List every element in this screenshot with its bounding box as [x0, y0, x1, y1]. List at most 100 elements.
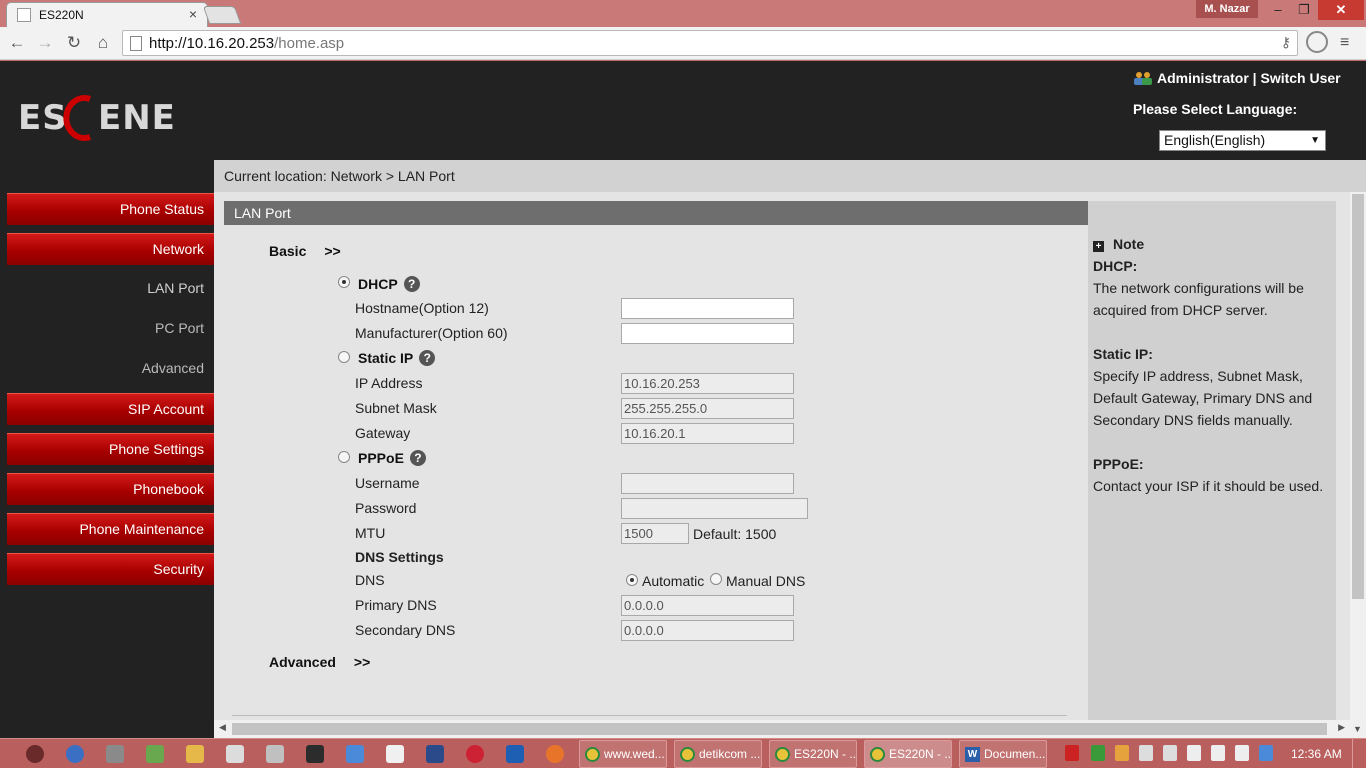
sidebar-item-network[interactable]: Network [7, 233, 214, 265]
new-tab-button[interactable] [202, 6, 242, 24]
mtu-field[interactable]: 1500 [621, 523, 689, 544]
sidebar-item-security[interactable]: Security [7, 553, 214, 585]
url-host: http://10.16.20.253 [149, 35, 275, 52]
key-icon[interactable]: ⚷ [1281, 34, 1291, 51]
dns-automatic-radio[interactable] [626, 574, 638, 586]
admin-area[interactable]: Administrator | Switch User [1133, 70, 1341, 86]
tray-app-icon[interactable] [1115, 745, 1129, 761]
flag-icon[interactable] [1065, 745, 1079, 761]
start-icon[interactable] [26, 745, 44, 763]
globe-icon[interactable] [1306, 31, 1328, 53]
word-icon: W [965, 747, 980, 762]
basic-section-toggle[interactable]: Basic >> [269, 243, 341, 259]
outlook-icon[interactable] [506, 745, 524, 763]
horizontal-scroll-thumb[interactable] [232, 723, 1327, 735]
sidebar-item-phone-maintenance[interactable]: Phone Maintenance [7, 513, 214, 545]
vertical-scrollbar[interactable]: ▼ [1350, 192, 1366, 738]
scroll-right-icon[interactable]: ▶ [1338, 722, 1345, 733]
close-window-button[interactable]: ✕ [1318, 0, 1364, 20]
reload-icon[interactable]: ↻ [63, 32, 85, 54]
firefox-icon[interactable] [546, 745, 564, 763]
username-label: Username [355, 475, 420, 491]
horizontal-scrollbar[interactable]: ◀ ▶ [214, 720, 1350, 738]
taskbar-task[interactable]: W Documen... [959, 740, 1047, 768]
tray-app-icon[interactable] [1187, 745, 1201, 761]
scroll-down-icon[interactable]: ▼ [1353, 724, 1362, 734]
username-field[interactable] [621, 473, 794, 494]
sidebar-item-phonebook[interactable]: Phonebook [7, 473, 214, 505]
sidebar-subitem-pc-port[interactable]: PC Port [7, 313, 214, 353]
ip-address-label: IP Address [355, 375, 423, 391]
advanced-arrows: >> [353, 654, 371, 670]
app-icon[interactable] [346, 745, 364, 763]
browser-tab-active[interactable]: ES220N × [6, 2, 208, 27]
home-icon[interactable]: ⌂ [92, 32, 114, 54]
app-icon[interactable] [266, 745, 284, 763]
menu-icon[interactable]: ≡ [1340, 34, 1349, 52]
app-icon[interactable] [146, 745, 164, 763]
gateway-field[interactable]: 10.16.20.1 [621, 423, 794, 444]
app-icon[interactable] [426, 745, 444, 763]
task-label: detikcom ... [699, 747, 761, 761]
mtu-default-text: Default: 1500 [693, 526, 777, 542]
sidebar-item-phone-settings[interactable]: Phone Settings [7, 433, 214, 465]
hostname-field[interactable] [621, 298, 794, 319]
vertical-scroll-thumb[interactable] [1352, 194, 1364, 599]
static-ip-radio[interactable] [338, 351, 350, 363]
calculator-icon[interactable] [226, 745, 244, 763]
url-path: /home.asp [274, 35, 345, 52]
address-bar[interactable]: http://10.16.20.253/home.asp ⚷ [122, 30, 1298, 56]
admin-switch-user[interactable]: Administrator | Switch User [1157, 70, 1341, 86]
pppoe-help-icon[interactable]: ? [409, 450, 426, 466]
taskbar-task[interactable]: detikcom ... [674, 740, 762, 768]
dhcp-radio[interactable] [338, 276, 350, 288]
manufacturer-field[interactable] [621, 323, 794, 344]
taskbar-task-active[interactable]: ES220N - ... [864, 740, 952, 768]
lambda-icon[interactable] [306, 745, 324, 763]
scroll-left-icon[interactable]: ◀ [219, 722, 226, 733]
forward-arrow-icon[interactable]: → [34, 32, 56, 54]
network-icon[interactable] [1259, 745, 1273, 761]
note-spacer [1093, 431, 1330, 453]
ie-icon[interactable] [66, 745, 84, 763]
dhcp-label: DHCP [358, 276, 398, 292]
ip-address-field[interactable]: 10.16.20.253 [621, 373, 794, 394]
advanced-label: Advanced [269, 654, 336, 670]
app-icon[interactable] [386, 745, 404, 763]
profile-badge[interactable]: M. Nazar [1196, 0, 1258, 18]
dns-manual-radio[interactable] [710, 573, 722, 585]
system-tray [1065, 745, 1275, 763]
pppoe-radio[interactable] [338, 451, 350, 463]
tray-app-icon[interactable] [1139, 745, 1153, 761]
maximize-button[interactable]: ❐ [1290, 0, 1318, 20]
app-icon[interactable] [106, 745, 124, 763]
action-center-flag-icon[interactable] [1211, 745, 1225, 761]
tray-app-icon[interactable] [1163, 745, 1177, 761]
password-field[interactable] [621, 498, 808, 519]
taskbar-task[interactable]: www.wed... [579, 740, 667, 768]
taskbar-clock[interactable]: 12:36 AM [1291, 747, 1342, 761]
secondary-dns-label: Secondary DNS [355, 622, 456, 638]
sidebar-subitem-advanced[interactable]: Advanced [7, 353, 214, 393]
show-desktop-button[interactable] [1352, 739, 1366, 768]
secondary-dns-field[interactable]: 0.0.0.0 [621, 620, 794, 641]
sidebar-item-phone-status[interactable]: Phone Status [7, 193, 214, 225]
primary-dns-field[interactable]: 0.0.0.0 [621, 595, 794, 616]
tray-app-icon[interactable] [1091, 745, 1105, 761]
advanced-section-toggle[interactable]: Advanced >> [269, 654, 370, 670]
static-ip-help-icon[interactable]: ? [419, 350, 436, 366]
minimize-button[interactable]: – [1264, 0, 1292, 20]
sidebar-subitem-lan-port[interactable]: LAN Port [7, 273, 214, 313]
tab-close-icon[interactable]: × [189, 6, 197, 22]
url-text[interactable]: http://10.16.20.253/home.asp [149, 35, 344, 52]
back-arrow-icon[interactable]: ← [6, 32, 28, 54]
dhcp-help-icon[interactable]: ? [403, 276, 420, 292]
subnet-mask-field[interactable]: 255.255.255.0 [621, 398, 794, 419]
basic-arrows: >> [324, 243, 341, 259]
folder-icon[interactable] [186, 745, 204, 763]
volume-icon[interactable] [1235, 745, 1249, 761]
sidebar-item-sip-account[interactable]: SIP Account [7, 393, 214, 425]
taskbar-task[interactable]: ES220N - ... [769, 740, 857, 768]
language-select[interactable]: English(English) ▼ [1159, 130, 1326, 151]
app-icon[interactable] [466, 745, 484, 763]
